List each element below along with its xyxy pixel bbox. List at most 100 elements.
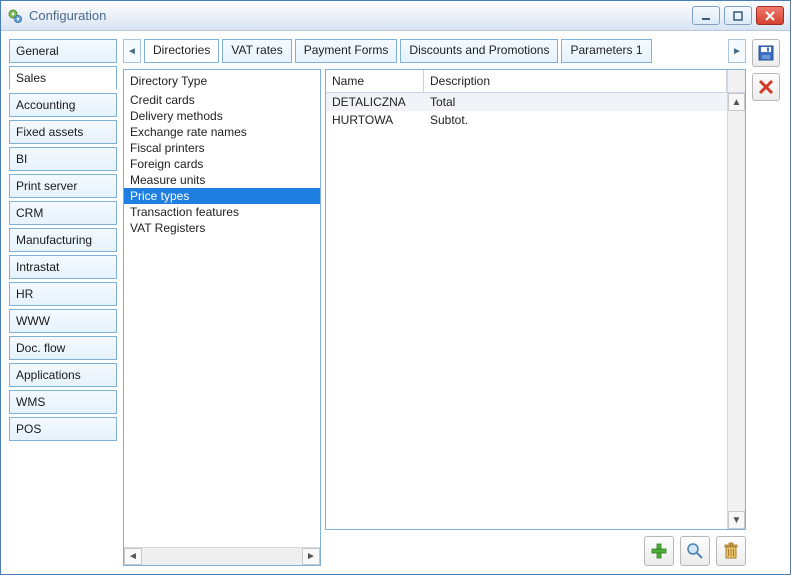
directory-item-label: Delivery methods	[130, 109, 223, 123]
sidebar-item-label: POS	[16, 422, 41, 436]
sidebar-item-label: Print server	[16, 179, 77, 193]
sidebar-item-label: Fixed assets	[16, 125, 83, 139]
directory-item[interactable]: Fiscal printers	[124, 140, 320, 156]
sidebar-item-fixed-assets[interactable]: Fixed assets	[9, 120, 117, 144]
tab-label: Discounts and Promotions	[409, 43, 549, 57]
directory-item[interactable]: Measure units	[124, 172, 320, 188]
sidebar-item-www[interactable]: WWW	[9, 309, 117, 333]
tab-bar: ◄ Directories VAT rates Payment Forms Di…	[123, 39, 746, 63]
chevron-right-icon: ►	[732, 46, 742, 57]
directory-item-label: Transaction features	[130, 205, 239, 219]
table-row[interactable]: HURTOWA Subtot.	[326, 111, 727, 129]
directory-item-label: Foreign cards	[130, 157, 203, 171]
sidebar-item-intrastat[interactable]: Intrastat	[9, 255, 117, 279]
minimize-button[interactable]	[692, 6, 720, 25]
directory-item[interactable]: Exchange rate names	[124, 124, 320, 140]
sidebar-item-label: BI	[16, 152, 27, 166]
tab-label: Payment Forms	[304, 43, 389, 57]
sidebar-item-label: Sales	[16, 71, 46, 85]
horizontal-scrollbar[interactable]: ◄ ►	[124, 547, 320, 565]
sidebar-item-label: Doc. flow	[16, 341, 65, 355]
directory-item-label: VAT Registers	[130, 221, 205, 235]
table-row[interactable]: DETALICZNA Total	[326, 93, 727, 111]
column-header-name[interactable]: Name	[326, 70, 424, 92]
sidebar-item-label: WWW	[16, 314, 50, 328]
sidebar-item-label: Intrastat	[16, 260, 59, 274]
sidebar-item-print-server[interactable]: Print server	[9, 174, 117, 198]
tab-label: Parameters 1	[570, 43, 642, 57]
tab-scroll-right[interactable]: ►	[728, 39, 746, 63]
directory-item-label: Fiscal printers	[130, 141, 205, 155]
sidebar-item-hr[interactable]: HR	[9, 282, 117, 306]
close-button[interactable]	[756, 6, 784, 25]
tab-discounts-and-promotions[interactable]: Discounts and Promotions	[400, 39, 558, 63]
sidebar-item-label: Applications	[16, 368, 81, 382]
cell-description: Subtot.	[424, 111, 727, 129]
tab-label: VAT rates	[231, 43, 282, 57]
scrollbar-track[interactable]	[142, 548, 302, 565]
chevron-left-icon[interactable]: ◄	[124, 548, 142, 565]
main-panel: ◄ Directories VAT rates Payment Forms Di…	[123, 39, 746, 566]
directory-item[interactable]: Credit cards	[124, 92, 320, 108]
table-actions	[325, 530, 746, 566]
sidebar-item-applications[interactable]: Applications	[9, 363, 117, 387]
tab-vat-rates[interactable]: VAT rates	[222, 39, 291, 63]
sidebar-item-label: Accounting	[16, 98, 75, 112]
sidebar-item-doc-flow[interactable]: Doc. flow	[9, 336, 117, 360]
sidebar-item-wms[interactable]: WMS	[9, 390, 117, 414]
directory-item[interactable]: Transaction features	[124, 204, 320, 220]
delete-button[interactable]	[716, 536, 746, 566]
tab-payment-forms[interactable]: Payment Forms	[295, 39, 398, 63]
gear-icon	[7, 8, 23, 24]
maximize-button[interactable]	[724, 6, 752, 25]
plus-icon	[650, 542, 668, 560]
right-rail	[752, 39, 782, 566]
chevron-up-icon[interactable]: ▲	[728, 93, 745, 111]
sidebar-item-label: Manufacturing	[16, 233, 92, 247]
table-body: DETALICZNA Total HURTOWA Subtot.	[326, 93, 727, 529]
directory-item[interactable]: VAT Registers	[124, 220, 320, 236]
chevron-right-icon[interactable]: ►	[302, 548, 320, 565]
sidebar-item-crm[interactable]: CRM	[9, 201, 117, 225]
cell-name: DETALICZNA	[326, 93, 424, 111]
directory-item[interactable]: Price types	[124, 188, 320, 204]
vertical-scrollbar[interactable]: ▲ ▼	[727, 93, 745, 529]
cancel-button[interactable]	[752, 73, 780, 101]
sidebar-item-sales[interactable]: Sales	[9, 66, 117, 90]
directory-item[interactable]: Foreign cards	[124, 156, 320, 172]
sidebar-item-general[interactable]: General	[9, 39, 117, 63]
directory-item-label: Credit cards	[130, 93, 195, 107]
window-title: Configuration	[29, 8, 692, 23]
titlebar: Configuration	[1, 1, 790, 31]
sidebar-item-pos[interactable]: POS	[9, 417, 117, 441]
chevron-down-icon[interactable]: ▼	[728, 511, 745, 529]
add-button[interactable]	[644, 536, 674, 566]
directory-item-label: Measure units	[130, 173, 205, 187]
tab-parameters-1[interactable]: Parameters 1	[561, 39, 651, 63]
sidebar-item-manufacturing[interactable]: Manufacturing	[9, 228, 117, 252]
save-button[interactable]	[752, 39, 780, 67]
sidebar-item-label: HR	[16, 287, 33, 301]
scrollbar-gutter	[727, 70, 745, 92]
tab-label: Directories	[153, 43, 210, 57]
cell-name: HURTOWA	[326, 111, 424, 129]
tab-scroll-left[interactable]: ◄	[123, 39, 141, 63]
sidebar-item-label: CRM	[16, 206, 43, 220]
cell-description: Total	[424, 93, 727, 111]
search-button[interactable]	[680, 536, 710, 566]
chevron-left-icon: ◄	[127, 46, 137, 57]
table-header: Name Description	[326, 70, 745, 93]
close-icon	[758, 79, 774, 95]
directory-type-header: Directory Type	[124, 70, 320, 92]
window-buttons	[692, 6, 784, 25]
directory-item[interactable]: Delivery methods	[124, 108, 320, 124]
sidebar: General Sales Accounting Fixed assets BI…	[9, 39, 117, 566]
sidebar-item-label: General	[16, 44, 59, 58]
directory-item-label: Price types	[130, 189, 189, 203]
column-header-description[interactable]: Description	[424, 70, 727, 92]
price-types-table: Name Description DETALICZNA Total HURTOW…	[325, 69, 746, 530]
tab-directories[interactable]: Directories	[144, 39, 219, 63]
directory-item-label: Exchange rate names	[130, 125, 247, 139]
sidebar-item-bi[interactable]: BI	[9, 147, 117, 171]
sidebar-item-accounting[interactable]: Accounting	[9, 93, 117, 117]
